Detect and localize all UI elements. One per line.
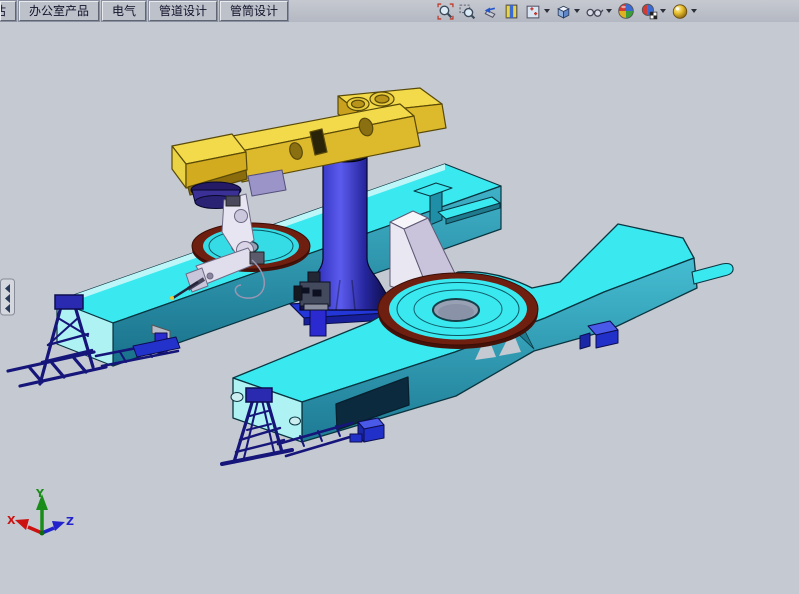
view-settings-button[interactable] bbox=[524, 1, 551, 21]
zoom-to-fit-button[interactable] bbox=[436, 1, 455, 21]
section-view-button[interactable] bbox=[502, 1, 521, 21]
dropdown-caret[interactable] bbox=[544, 9, 550, 13]
cad-window: 估 办公室产品 电气 管道设计 管筒设计 bbox=[0, 0, 799, 589]
view-orientation-cube-icon bbox=[555, 3, 572, 20]
heads-up-view-toolbar bbox=[436, 0, 698, 22]
view-settings-icon bbox=[525, 3, 542, 20]
tab-electrical[interactable]: 电气 bbox=[102, 1, 146, 21]
dropdown-caret[interactable] bbox=[691, 9, 697, 13]
dropdown-caret[interactable] bbox=[660, 9, 666, 13]
command-manager-toolbar: 估 办公室产品 电气 管道设计 管筒设计 bbox=[0, 0, 799, 23]
dropdown-caret[interactable] bbox=[574, 9, 580, 13]
zoom-to-fit-icon bbox=[437, 3, 454, 20]
command-tabs: 估 办公室产品 电气 管道设计 管筒设计 bbox=[0, 0, 288, 22]
edit-appearance-button[interactable] bbox=[639, 1, 667, 21]
zoom-to-area-button[interactable] bbox=[458, 1, 477, 21]
x-axis-label: X bbox=[7, 514, 16, 527]
display-style-button[interactable] bbox=[584, 1, 613, 21]
graphics-viewport[interactable]: Y X Z bbox=[0, 22, 799, 589]
previous-view-icon bbox=[481, 3, 498, 20]
edit-appearance-icon bbox=[640, 2, 658, 20]
feature-tree-flyout-tab[interactable] bbox=[1, 279, 15, 315]
rotary-ring-front[interactable] bbox=[378, 273, 538, 349]
hide-show-items-sphere-icon bbox=[617, 2, 635, 20]
model-canvas[interactable]: Y X Z bbox=[0, 22, 799, 589]
tab-piping-design[interactable]: 管道设计 bbox=[149, 1, 217, 21]
apply-scene-button[interactable] bbox=[670, 1, 698, 21]
tab-tubing-design[interactable]: 管筒设计 bbox=[220, 1, 288, 21]
tab-evaluate-partial[interactable]: 估 bbox=[0, 1, 16, 21]
display-style-glasses-icon bbox=[585, 3, 604, 20]
y-axis-label: Y bbox=[35, 487, 45, 500]
z-axis-label: Z bbox=[66, 515, 74, 528]
hide-show-items-button[interactable] bbox=[616, 1, 636, 21]
previous-view-button[interactable] bbox=[480, 1, 499, 21]
tab-office-products[interactable]: 办公室产品 bbox=[19, 1, 99, 21]
zoom-to-area-icon bbox=[459, 3, 476, 20]
section-view-icon bbox=[503, 3, 520, 20]
apply-scene-sphere-icon bbox=[671, 2, 689, 20]
dropdown-caret[interactable] bbox=[606, 9, 612, 13]
view-orientation-button[interactable] bbox=[554, 1, 581, 21]
